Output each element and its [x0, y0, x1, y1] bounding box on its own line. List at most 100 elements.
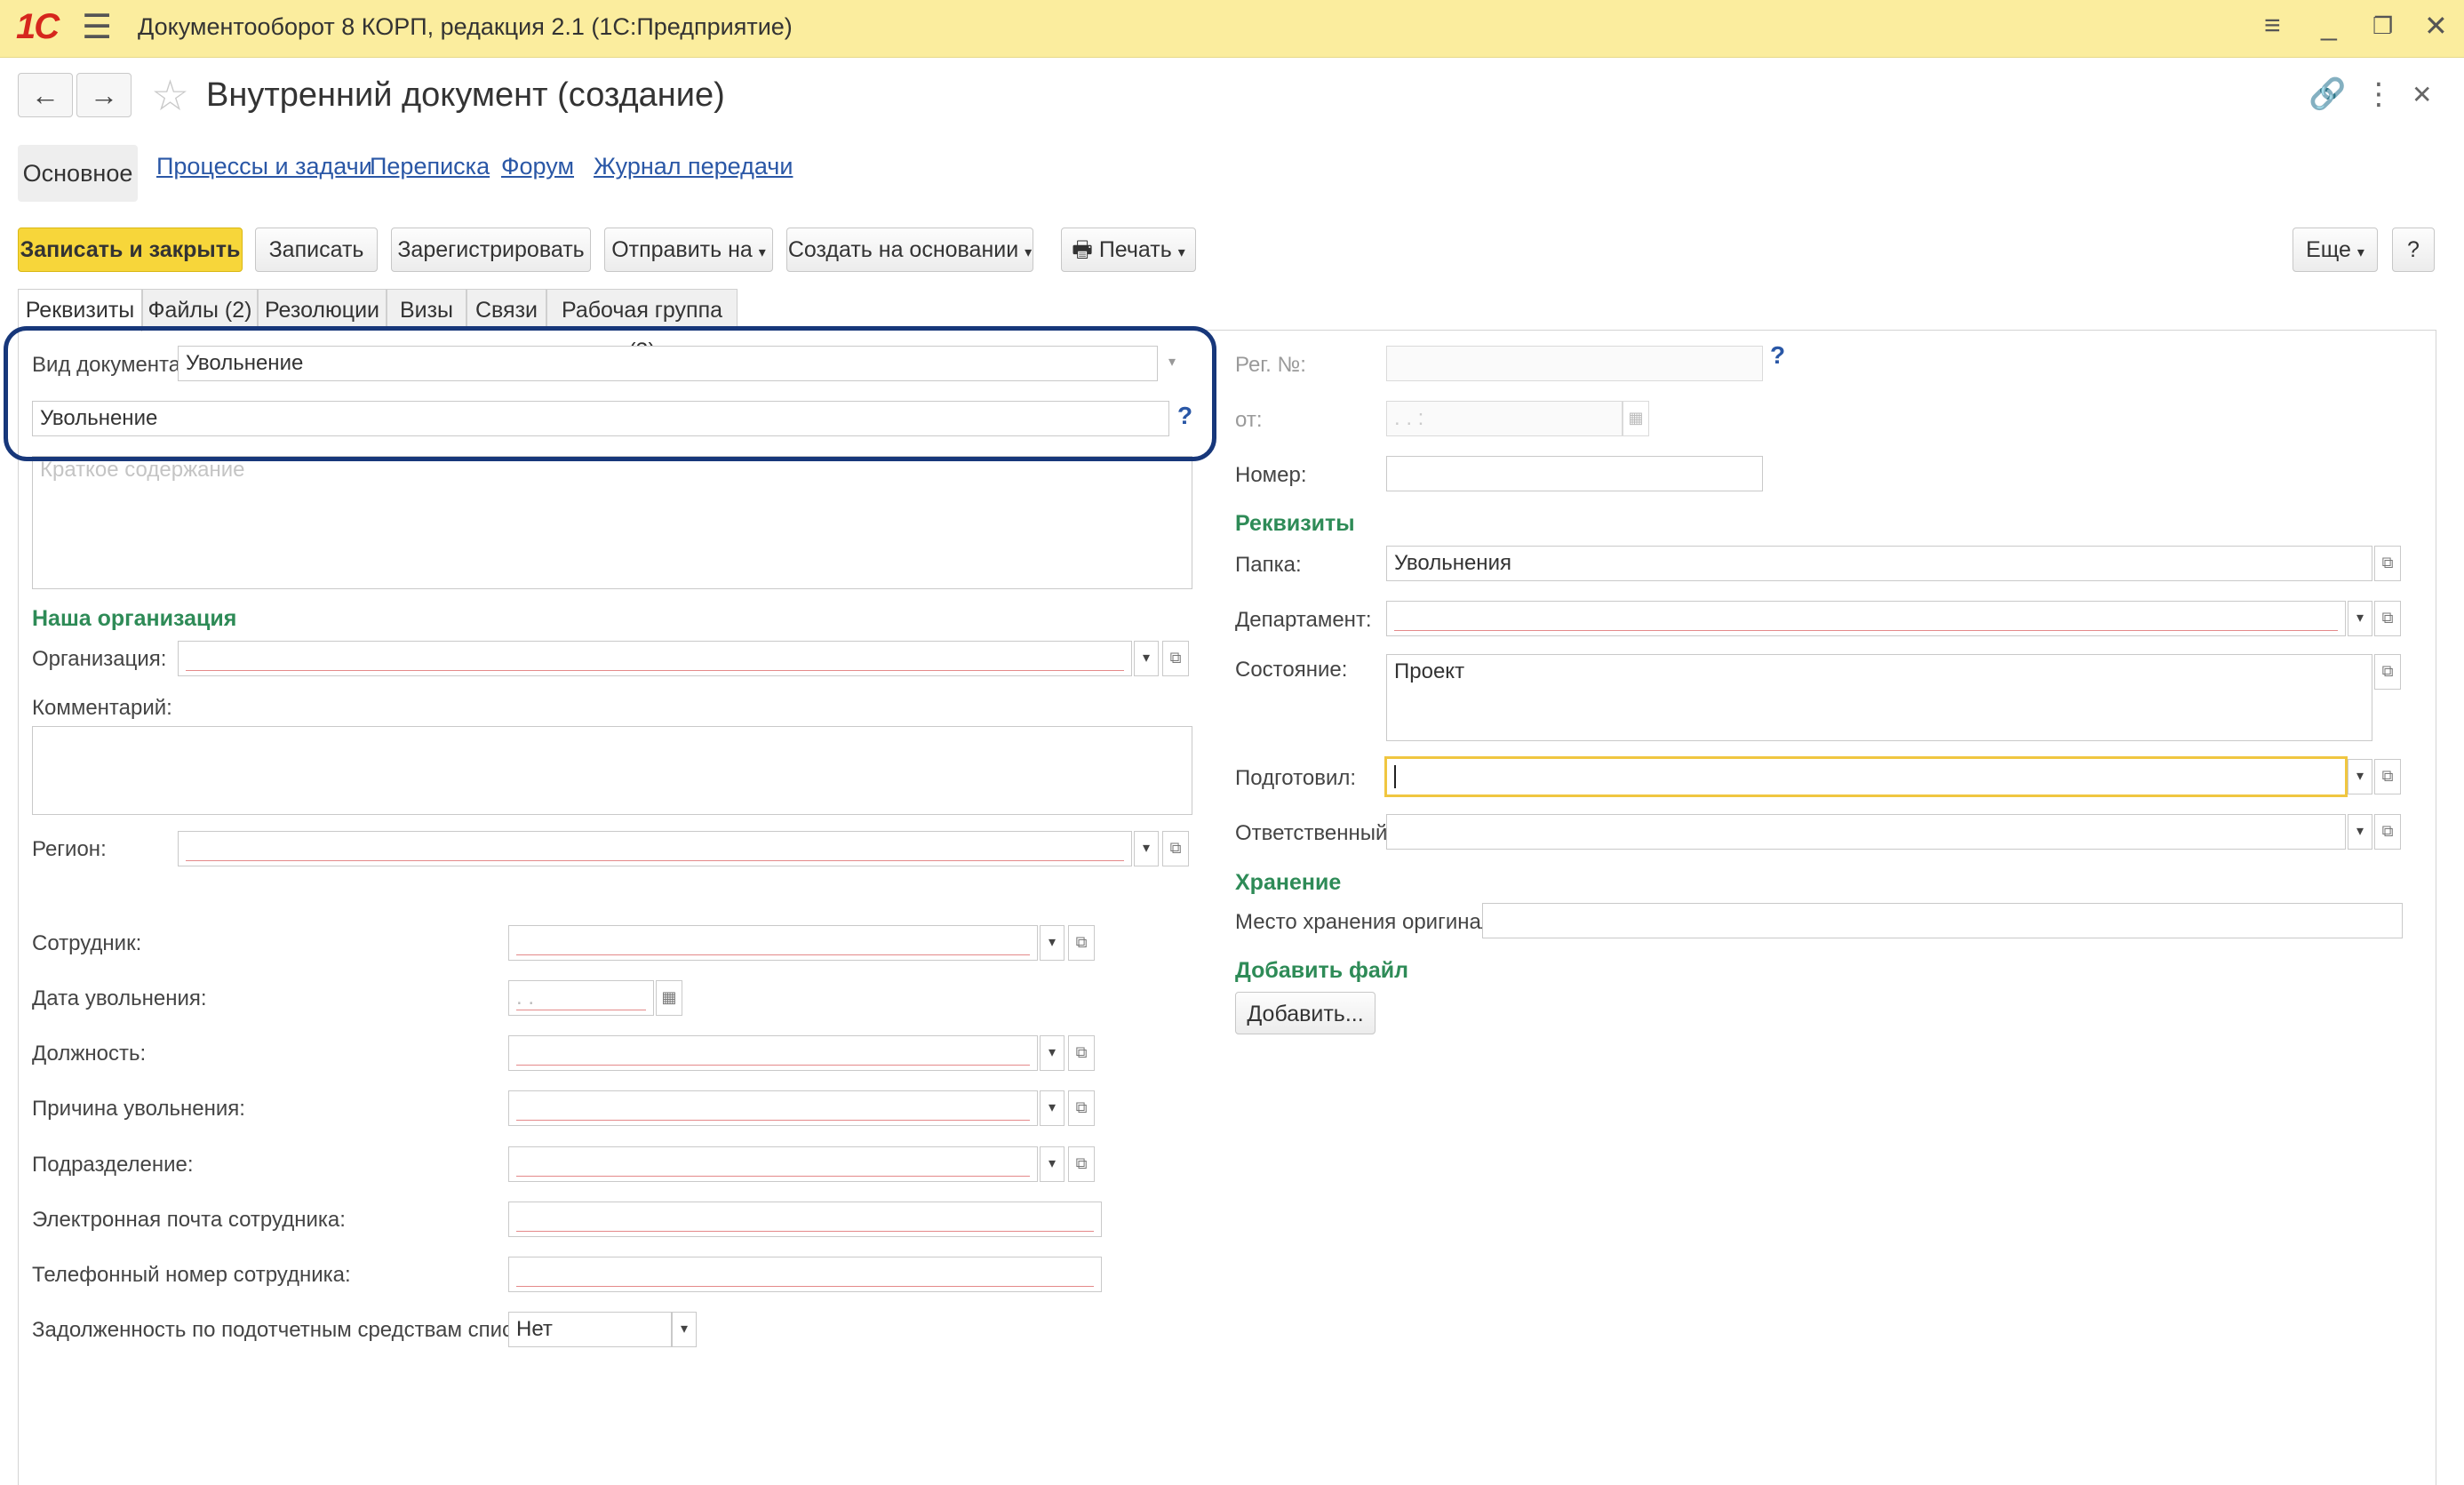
phone-label: Телефонный номер сотрудника:	[32, 1263, 351, 1287]
open-icon[interactable]: ⧉	[1162, 831, 1189, 866]
subtab-resolutions[interactable]: Резолюции	[258, 289, 387, 330]
department-label: Департамент:	[1235, 608, 1372, 632]
email-field[interactable]	[508, 1202, 1102, 1237]
send-to-button[interactable]: Отправить на ▾	[604, 228, 773, 272]
phone-field[interactable]	[508, 1257, 1102, 1292]
summary-textarea[interactable]: Краткое содержание	[32, 456, 1192, 589]
reg-no-field[interactable]	[1386, 346, 1763, 381]
open-icon[interactable]: ⧉	[1068, 925, 1095, 961]
close-window-icon[interactable]: ✕	[2424, 9, 2448, 43]
chevron-down-icon[interactable]: ▾	[1040, 1090, 1065, 1126]
open-icon[interactable]: ⧉	[2374, 814, 2401, 850]
link-icon[interactable]: 🔗	[2309, 76, 2346, 112]
chevron-down-icon: ▾	[758, 245, 766, 260]
division-field[interactable]	[508, 1146, 1038, 1182]
minimize-icon[interactable]: _	[2321, 9, 2337, 42]
chevron-down-icon[interactable]: ▾	[1134, 641, 1159, 676]
open-icon[interactable]: ⧉	[2374, 546, 2401, 581]
region-label: Регион:	[32, 837, 107, 861]
chevron-down-icon[interactable]: ▾	[1040, 1146, 1065, 1182]
send-to-label: Отправить на	[611, 237, 753, 262]
register-button[interactable]: Зарегистрировать	[391, 228, 591, 272]
organization-label: Организация:	[32, 647, 167, 671]
chevron-down-icon: ▾	[1177, 245, 1185, 260]
subtab-visas[interactable]: Визы	[387, 289, 466, 330]
employee-field[interactable]	[508, 925, 1038, 961]
more-vertical-icon[interactable]: ⋮	[2364, 76, 2394, 112]
restore-icon[interactable]: ❐	[2372, 12, 2393, 40]
chevron-down-icon[interactable]: ▾	[2348, 814, 2372, 850]
from-label: от:	[1235, 408, 1263, 432]
create-based-on-label: Создать на основании	[787, 237, 1019, 262]
save-and-close-button[interactable]: Записать и закрыть	[18, 228, 243, 272]
from-date-field[interactable]: . . :	[1386, 401, 1623, 436]
position-label: Должность:	[32, 1042, 147, 1066]
chevron-down-icon[interactable]: ▾	[2348, 759, 2372, 794]
tab-forum[interactable]: Форум	[501, 153, 574, 180]
reg-no-label: Рег. №:	[1235, 353, 1306, 377]
state-field[interactable]: Проект	[1386, 654, 2372, 741]
chevron-down-icon[interactable]: ▾	[1040, 925, 1065, 961]
text-cursor	[1394, 764, 1396, 788]
chevron-down-icon[interactable]: ▾	[1134, 831, 1159, 866]
open-icon[interactable]: ⧉	[2374, 601, 2401, 636]
chevron-down-icon[interactable]: ▾	[672, 1312, 697, 1347]
subtab-files[interactable]: Файлы (2)	[142, 289, 258, 330]
open-icon[interactable]: ⧉	[1068, 1090, 1095, 1126]
save-button[interactable]: Записать	[255, 228, 378, 272]
storage-place-field[interactable]	[1482, 903, 2403, 938]
debt-label: Задолженность по подотчетным средствам с…	[32, 1318, 554, 1342]
number-field[interactable]	[1386, 456, 1763, 491]
dismissal-date-label: Дата увольнения:	[32, 986, 207, 1010]
star-icon[interactable]: ☆	[151, 71, 189, 121]
dismissal-date-field[interactable]: . .	[508, 980, 654, 1016]
printer-icon: 🖶	[1072, 237, 1093, 262]
region-field[interactable]	[178, 831, 1132, 866]
tab-transfer-log[interactable]: Журнал передачи	[594, 153, 793, 180]
forward-button[interactable]: →	[76, 73, 132, 117]
employee-label: Сотрудник:	[32, 931, 142, 955]
position-field[interactable]	[508, 1035, 1038, 1071]
chevron-down-icon[interactable]: ▾	[1040, 1035, 1065, 1071]
organization-field[interactable]	[178, 641, 1132, 676]
more-button[interactable]: Еще ▾	[2293, 228, 2378, 272]
prepared-by-field[interactable]	[1384, 756, 2348, 797]
help-button[interactable]: ?	[2392, 228, 2435, 272]
open-icon[interactable]: ⧉	[1162, 641, 1189, 676]
menu-icon[interactable]: ☰	[82, 7, 112, 47]
close-form-icon[interactable]: ✕	[2412, 80, 2432, 109]
open-icon[interactable]: ⧉	[2374, 759, 2401, 794]
responsible-field[interactable]	[1386, 814, 2346, 850]
department-field[interactable]	[1386, 601, 2346, 636]
help-icon[interactable]: ?	[1770, 341, 1785, 370]
tab-processes[interactable]: Процессы и задачи	[156, 153, 372, 180]
open-icon[interactable]: ⧉	[2374, 654, 2401, 690]
subtab-links[interactable]: Связи	[466, 289, 546, 330]
reason-field[interactable]	[508, 1090, 1038, 1126]
debt-select[interactable]: Нет	[508, 1312, 672, 1347]
more-label: Еще	[2306, 237, 2351, 262]
responsible-label: Ответственный:	[1235, 821, 1394, 845]
subtab-workgroup[interactable]: Рабочая группа (3)	[546, 289, 738, 363]
panel-settings-icon[interactable]: ≡	[2264, 9, 2281, 42]
storage-section: Хранение	[1235, 870, 1342, 895]
back-button[interactable]: ←	[18, 73, 73, 117]
add-file-button[interactable]: Добавить...	[1235, 992, 1376, 1034]
create-based-on-button[interactable]: Создать на основании ▾	[786, 228, 1033, 272]
storage-place-label: Место хранения оригинала:	[1235, 910, 1511, 934]
folder-field[interactable]: Увольнения	[1386, 546, 2372, 581]
tab-main[interactable]: Основное	[18, 145, 138, 202]
print-label: Печать	[1098, 237, 1172, 262]
open-icon[interactable]: ⧉	[1068, 1146, 1095, 1182]
calendar-icon[interactable]: ▦	[1623, 401, 1649, 436]
print-button[interactable]: 🖶 Печать ▾	[1061, 228, 1196, 272]
open-icon[interactable]: ⧉	[1068, 1035, 1095, 1071]
chevron-down-icon[interactable]: ▾	[2348, 601, 2372, 636]
requisites-section: Реквизиты	[1235, 511, 1355, 536]
tab-correspondence[interactable]: Переписка	[370, 153, 490, 180]
chevron-down-icon: ▾	[1025, 245, 1033, 260]
comment-label: Комментарий:	[32, 696, 172, 720]
subtab-requisites[interactable]: Реквизиты	[18, 289, 142, 331]
comment-textarea[interactable]	[32, 726, 1192, 815]
calendar-icon[interactable]: ▦	[656, 980, 682, 1016]
